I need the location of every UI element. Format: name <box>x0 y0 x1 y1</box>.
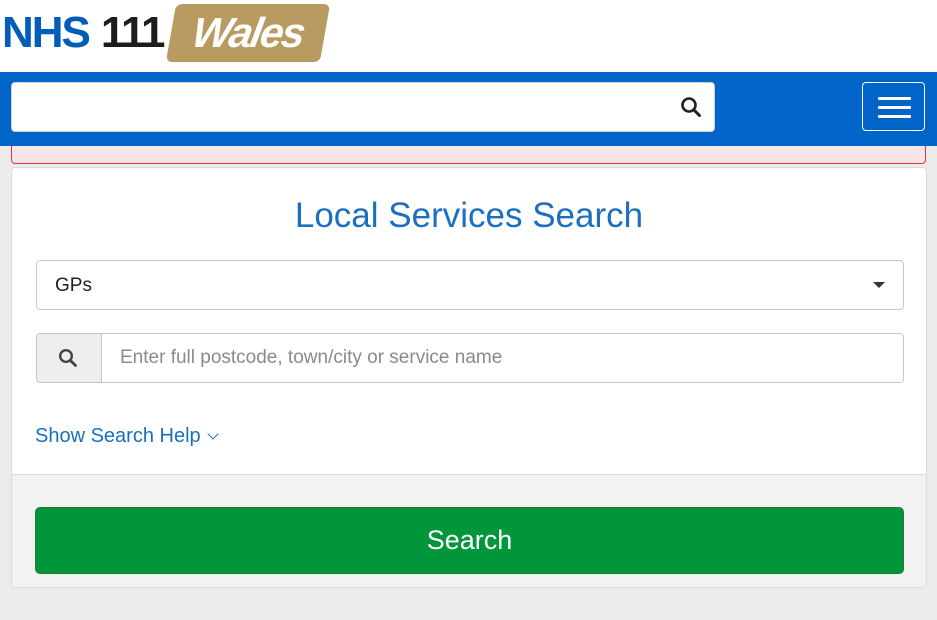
hamburger-menu-icon <box>878 115 911 118</box>
location-search-input[interactable] <box>102 334 902 382</box>
show-search-help-label: Show Search Help <box>35 425 201 447</box>
site-search-input[interactable] <box>12 83 676 129</box>
search-button[interactable]: Search <box>35 507 904 574</box>
local-services-search-panel: Local Services Search GPs Show Search He… <box>11 167 927 588</box>
search-icon <box>58 348 77 367</box>
search-icon[interactable] <box>680 96 702 118</box>
navbar <box>0 72 937 146</box>
service-type-value: GPs <box>55 275 92 296</box>
site-search-box <box>11 82 715 132</box>
logo-nhs-text: NHS <box>2 8 91 57</box>
nhs-111-wales-logo[interactable]: NHS 111 Wales <box>0 2 331 64</box>
caret-down-icon <box>873 282 885 288</box>
show-search-help-link[interactable]: Show Search Help <box>35 425 219 448</box>
hamburger-menu-icon <box>878 97 911 100</box>
hamburger-menu-icon <box>878 106 911 109</box>
location-search-group <box>36 333 904 383</box>
alert-banner <box>11 146 926 164</box>
page-title: Local Services Search <box>294 196 644 235</box>
location-search-addon <box>37 334 102 382</box>
search-panel-footer: Search <box>12 474 926 587</box>
service-type-select[interactable]: GPs <box>36 260 904 310</box>
chevron-down-icon <box>206 427 219 440</box>
logo-111-text: 111 <box>100 8 166 57</box>
logo-wales-text: Wales <box>189 9 309 56</box>
menu-toggle-button[interactable] <box>862 82 925 131</box>
logo-wales-badge: Wales <box>166 4 331 62</box>
site-header: NHS 111 Wales <box>0 0 937 72</box>
